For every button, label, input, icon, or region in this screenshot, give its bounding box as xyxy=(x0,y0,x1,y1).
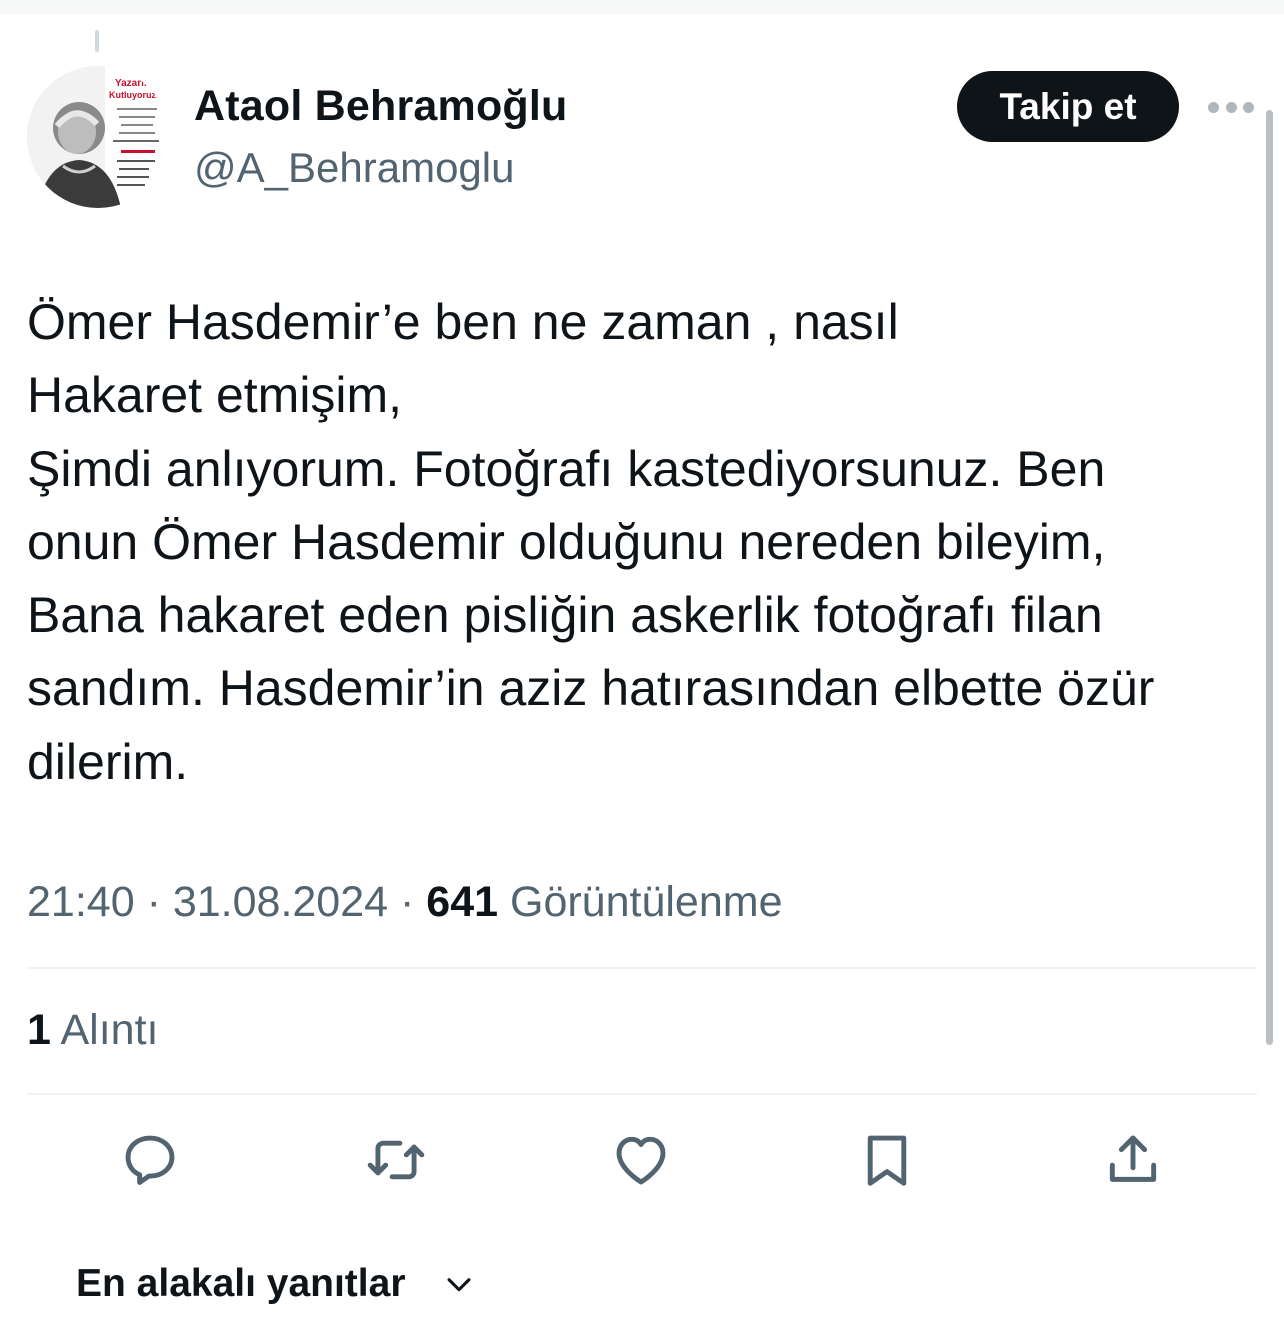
share-icon[interactable] xyxy=(1101,1128,1165,1192)
tweet-date[interactable]: 31.08.2024 xyxy=(173,878,388,926)
tweet-time[interactable]: 21:40 xyxy=(27,878,135,926)
more-dot xyxy=(1243,101,1254,113)
tweet-text-line: Şimdi anlıyorum. Fotoğrafı kastediyorsun… xyxy=(27,440,1106,497)
avatar-text-line1: Yazarı.. xyxy=(115,78,150,89)
avatar[interactable]: Yazarı.. Kutluyoruz.. xyxy=(27,66,169,208)
replies-sort-selector[interactable]: En alakalı yanıtlar xyxy=(76,1262,476,1306)
bookmark-icon[interactable] xyxy=(855,1128,919,1192)
reply-icon[interactable] xyxy=(118,1128,182,1192)
avatar-image: Yazarı.. Kutluyoruz.. xyxy=(27,66,169,208)
tweet-text-line: onun Ömer Hasdemir olduğunu nereden bile… xyxy=(27,513,1106,570)
avatar-text-line2: Kutluyoruz.. xyxy=(109,90,161,100)
tweet-text-line: dilerim. xyxy=(27,733,189,790)
meta-separator: · xyxy=(146,878,161,926)
divider xyxy=(27,967,1257,969)
meta-separator: · xyxy=(400,878,415,926)
more-dot xyxy=(1225,101,1237,113)
tweet-text-line: sandım. Hasdemir’in aziz hatırasından el… xyxy=(27,660,1155,717)
views-count: 641 xyxy=(426,878,499,926)
more-horizontal-icon[interactable] xyxy=(1208,96,1254,118)
more-dot xyxy=(1208,101,1219,113)
tweet-text-line: Bana hakaret eden pisliğin askerlik foto… xyxy=(27,587,1103,644)
tweet-text-line: Ömer Hasdemir’e ben ne zaman , nasıl xyxy=(27,294,899,350)
top-bar xyxy=(0,0,1284,14)
quotes-count: 1 xyxy=(27,1006,51,1054)
quotes-label: Alıntı xyxy=(60,1006,159,1054)
replies-sort-label: En alakalı yanıtlar xyxy=(76,1262,406,1305)
like-icon[interactable] xyxy=(609,1128,673,1192)
chevron-down-icon xyxy=(447,1278,470,1292)
author-handle[interactable]: @A_Behramoglu xyxy=(194,144,514,192)
divider xyxy=(27,1093,1257,1095)
thread-connector-line xyxy=(95,30,99,52)
retweet-icon[interactable] xyxy=(364,1128,428,1192)
tweet-meta: 21:40 · 31.08.2024 · 641 Görüntülenme xyxy=(27,878,783,927)
quotes-stat[interactable]: 1 Alıntı xyxy=(27,1006,159,1055)
follow-button[interactable]: Takip et xyxy=(957,71,1179,142)
views-label: Görüntülenme xyxy=(510,878,783,926)
scrollbar[interactable] xyxy=(1266,110,1273,1045)
author-display-name[interactable]: Ataol Behramoğlu xyxy=(194,82,568,131)
tweet-text-line: Hakaret etmişim, xyxy=(27,367,403,424)
tweet-text: Ömer Hasdemir’e ben ne zaman , nasıl Hak… xyxy=(27,286,1257,799)
